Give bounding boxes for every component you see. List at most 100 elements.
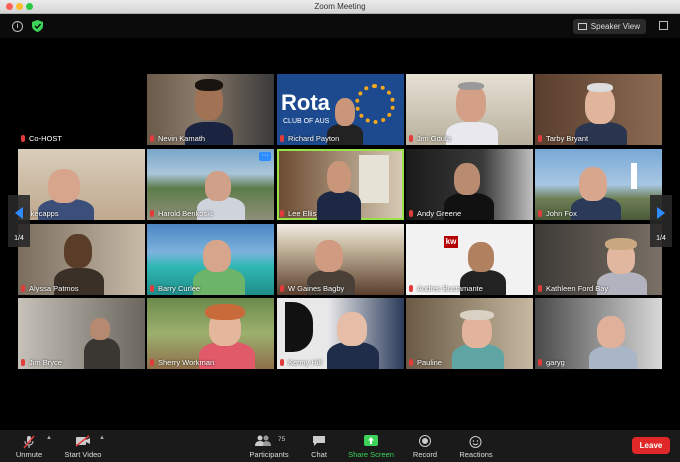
page-indicator: 1/4	[14, 235, 24, 242]
share-screen-button[interactable]: Share Screen	[346, 432, 396, 462]
participants-button[interactable]: 75 Participants	[246, 432, 292, 462]
participant-name: Tarby Bryant	[538, 134, 588, 143]
backdrop-logo-icon	[285, 302, 313, 352]
participants-count: 75	[278, 436, 286, 443]
share-screen-label: Share Screen	[348, 450, 394, 459]
video-tile[interactable]: Nevin Kamath	[147, 74, 274, 145]
video-tile[interactable]: Jim Bryce	[18, 298, 145, 369]
muted-mic-icon	[150, 210, 154, 217]
info-icon[interactable]: i	[12, 21, 23, 32]
backdrop-logo-text: Rota	[281, 90, 330, 115]
previous-page-button[interactable]: 1/4	[8, 195, 30, 247]
video-options-caret-icon[interactable]: ▲	[99, 435, 105, 441]
record-icon	[419, 435, 431, 447]
muted-mic-icon	[538, 135, 542, 142]
muted-mic-icon	[538, 210, 542, 217]
video-tile-active-speaker[interactable]: Lee Ellis	[277, 149, 404, 220]
muted-mic-icon	[409, 210, 413, 217]
muted-mic-icon	[280, 285, 284, 292]
participant-name: garyg	[538, 358, 565, 367]
unmute-button[interactable]: Unmute	[8, 432, 50, 462]
video-tile[interactable]: Kenny Hill	[277, 298, 404, 369]
muted-mic-icon	[150, 359, 154, 366]
participant-name: Jim Gdula	[409, 134, 451, 143]
participant-name: Lee Ellis	[280, 209, 316, 218]
window-title: Zoom Meeting	[314, 2, 366, 11]
participant-name: W Gaines Bagby	[280, 284, 344, 293]
participant-name: Alyssa Patmos	[21, 284, 79, 293]
reactions-label: Reactions	[459, 450, 493, 459]
more-options-icon[interactable]: ···	[259, 152, 271, 161]
video-tile[interactable]: Co-HOST	[18, 74, 145, 145]
participant-name: Andy Greene	[409, 209, 461, 218]
muted-mic-icon	[409, 135, 413, 142]
speaker-view-label: Speaker View	[590, 22, 640, 31]
meeting-topbar: i Speaker View	[0, 14, 680, 38]
rotary-wheel-icon	[355, 84, 395, 124]
video-tile[interactable]: ikecapps	[18, 149, 145, 220]
video-tile[interactable]: ··· Harold Benkoski	[147, 149, 274, 220]
participant-name: Sherry Workman	[150, 358, 214, 367]
muted-microphone-icon	[23, 435, 35, 449]
chat-label: Chat	[311, 450, 327, 459]
audio-options-caret-icon[interactable]: ▲	[46, 435, 52, 441]
video-tile[interactable]: W Gaines Bagby	[277, 224, 404, 295]
participant-name: Andres Bustamante	[409, 284, 483, 293]
participants-label: Participants	[249, 450, 289, 459]
muted-mic-icon	[409, 285, 413, 292]
kw-logo-icon: kw	[444, 236, 458, 248]
start-video-label: Start Video	[64, 450, 102, 459]
muted-mic-icon	[280, 210, 284, 217]
leave-button[interactable]: Leave	[632, 437, 670, 454]
gallery-grid: Co-HOST Nevin Kamath Rota CLUB OF AUS Ri…	[0, 38, 680, 430]
video-tile[interactable]: Tarby Bryant	[535, 74, 662, 145]
grid-view-icon	[577, 23, 587, 30]
video-tile[interactable]: Barry Curlee	[147, 224, 274, 295]
backdrop-logo-subtext: CLUB OF AUS	[283, 118, 330, 125]
video-tile[interactable]: John Fox	[535, 149, 662, 220]
video-tile[interactable]: Sherry Workman	[147, 298, 274, 369]
speaker-view-button[interactable]: Speaker View	[572, 19, 646, 34]
muted-mic-icon	[150, 135, 154, 142]
participant-name: Barry Curlee	[150, 284, 200, 293]
participants-icon	[255, 435, 271, 446]
participant-name: Richard Payton	[280, 134, 339, 143]
video-off-icon	[75, 435, 90, 447]
muted-mic-icon	[538, 359, 542, 366]
chevron-right-icon	[657, 207, 665, 219]
chevron-left-icon	[15, 207, 23, 219]
video-tile[interactable]: Rota CLUB OF AUS Richard Payton	[277, 74, 404, 145]
participant-name: Nevin Kamath	[150, 134, 205, 143]
record-button[interactable]: Record	[410, 432, 440, 462]
muted-mic-icon	[280, 359, 284, 366]
video-tile[interactable]: Kathleen Ford Bay	[535, 224, 662, 295]
video-tile[interactable]: Jim Gdula	[406, 74, 533, 145]
video-tile[interactable]: Alyssa Patmos	[18, 224, 145, 295]
video-tile[interactable]: Andy Greene	[406, 149, 533, 220]
participant-name: Pauline	[409, 358, 442, 367]
meeting-toolbar: Unmute ▲ Start Video ▲ 75 Participants C…	[0, 430, 680, 462]
muted-mic-icon	[409, 359, 413, 366]
participant-name: Kathleen Ford Bay	[538, 284, 608, 293]
video-tile[interactable]: garyg	[535, 298, 662, 369]
video-tile[interactable]: kw Andres Bustamante	[406, 224, 533, 295]
unmute-label: Unmute	[15, 450, 43, 459]
fullscreen-icon[interactable]	[659, 21, 668, 30]
participant-name: Co-HOST	[21, 134, 62, 143]
reactions-button[interactable]: Reactions	[456, 432, 496, 462]
participant-name: John Fox	[538, 209, 577, 218]
muted-mic-icon	[538, 285, 542, 292]
record-label: Record	[412, 450, 438, 459]
participant-name: Harold Benkoski	[150, 209, 213, 218]
muted-mic-icon	[21, 135, 25, 142]
muted-mic-icon	[150, 285, 154, 292]
shield-icon[interactable]	[32, 20, 43, 32]
smiley-icon	[469, 436, 482, 448]
muted-mic-icon	[21, 359, 25, 366]
next-page-button[interactable]: 1/4	[650, 195, 672, 247]
participant-name: Kenny Hill	[280, 358, 322, 367]
window-titlebar: Zoom Meeting	[0, 0, 680, 14]
video-tile[interactable]: Pauline	[406, 298, 533, 369]
share-screen-icon	[364, 435, 378, 446]
chat-button[interactable]: Chat	[304, 432, 334, 462]
